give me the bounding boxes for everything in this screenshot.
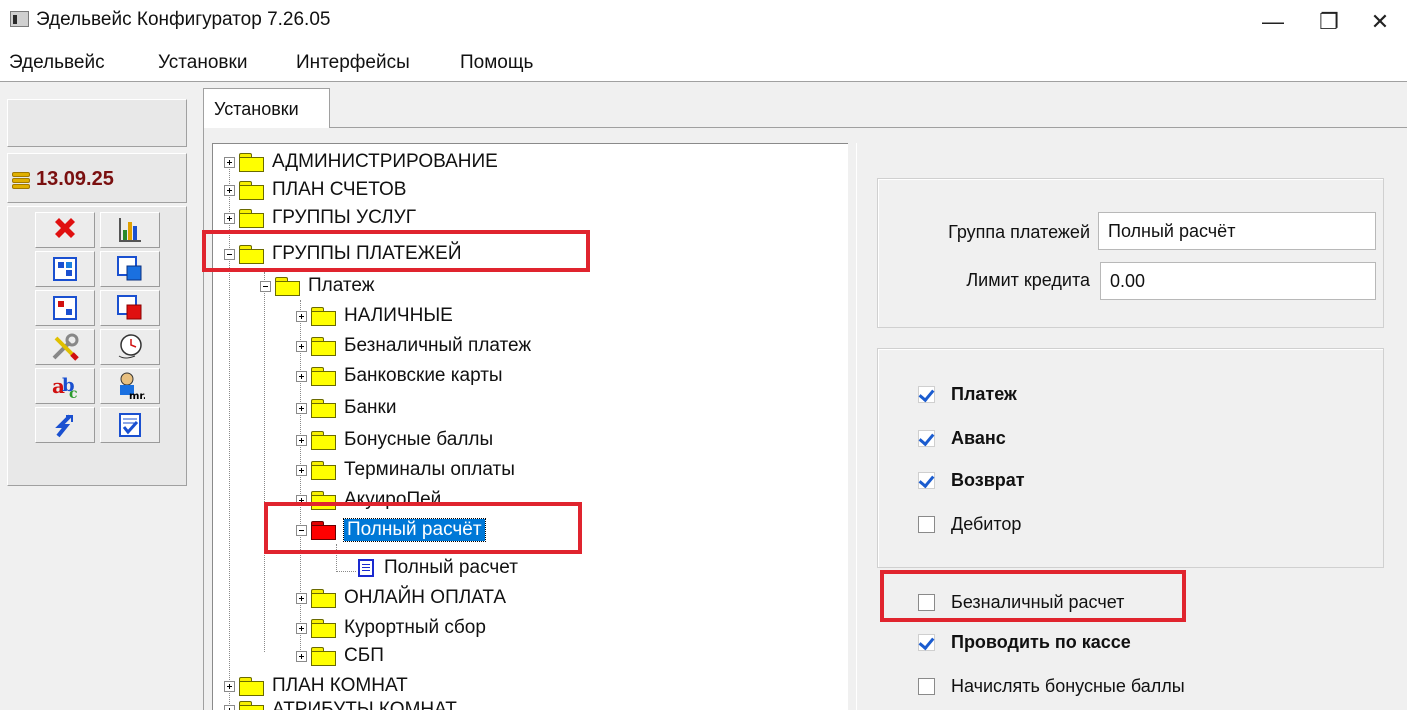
checkbox-checked-icon bbox=[918, 386, 935, 403]
tree-node-resort-fee[interactable]: Курортный сбор bbox=[296, 614, 486, 642]
tree-node-accounts[interactable]: ПЛАН СЧЕТОВ bbox=[224, 176, 406, 204]
abc-icon[interactable]: abc bbox=[35, 368, 95, 404]
menu-interfaces[interactable]: Интерфейсы bbox=[296, 52, 410, 74]
tree-node-admin[interactable]: АДМИНИСТРИРОВАНИЕ bbox=[224, 148, 498, 176]
coins-icon bbox=[12, 172, 30, 189]
svg-text:c: c bbox=[69, 386, 78, 401]
folder-icon bbox=[239, 701, 264, 710]
checkbox-debtor[interactable]: Дебитор bbox=[918, 514, 1021, 535]
menu-help[interactable]: Помощь bbox=[460, 52, 533, 74]
folder-icon bbox=[311, 367, 336, 386]
grid-red2-icon[interactable] bbox=[100, 290, 160, 326]
folder-icon bbox=[239, 677, 264, 696]
tree-node-full-calc-item[interactable]: Полный расчет bbox=[358, 556, 518, 580]
folder-icon bbox=[311, 337, 336, 356]
tree-node-cashless[interactable]: Безналичный платеж bbox=[296, 332, 531, 360]
checkbox-empty-icon bbox=[918, 678, 935, 695]
document-icon bbox=[358, 559, 374, 577]
tree-line bbox=[336, 571, 356, 573]
tree-node-bank-cards[interactable]: Банковские карты bbox=[296, 362, 503, 390]
folder-icon bbox=[311, 307, 336, 326]
chart-icon[interactable] bbox=[100, 212, 160, 248]
toolbar-grid bbox=[7, 206, 187, 486]
group-field[interactable]: Полный расчёт bbox=[1098, 212, 1376, 250]
maximize-button[interactable]: ❐ bbox=[1301, 0, 1357, 44]
group-flags bbox=[877, 348, 1384, 568]
delete-x-icon[interactable] bbox=[35, 212, 95, 248]
checkbox-refund[interactable]: Возврат bbox=[918, 470, 1025, 491]
tree-node-payment[interactable]: Платеж bbox=[260, 272, 374, 300]
folder-icon bbox=[311, 399, 336, 418]
group-label: Группа платежей bbox=[948, 222, 1090, 242]
svg-text:mr.: mr. bbox=[129, 391, 145, 401]
highlight-box-payment-groups bbox=[202, 230, 590, 272]
checkbox-payment[interactable]: Платеж bbox=[918, 384, 1017, 405]
grid-blue-icon[interactable] bbox=[100, 251, 160, 287]
clock-icon[interactable] bbox=[100, 329, 160, 365]
tree-node-partial[interactable]: АТРИБУТЫ КОМНАТ bbox=[224, 700, 457, 710]
grid-red-icon[interactable] bbox=[35, 290, 95, 326]
blank-panel bbox=[7, 99, 187, 147]
menu-edelweiss[interactable]: Эдельвейс bbox=[9, 52, 105, 74]
refresh-icon[interactable] bbox=[35, 407, 95, 443]
folder-icon bbox=[239, 153, 264, 172]
folder-icon bbox=[275, 277, 300, 296]
folder-icon bbox=[239, 181, 264, 200]
folder-icon bbox=[311, 619, 336, 638]
checkbox-checked-icon bbox=[918, 430, 935, 447]
window-title: Эдельвейс Конфигуратор 7.26.05 bbox=[36, 9, 331, 30]
tree-node-sbp[interactable]: СБП bbox=[296, 642, 384, 670]
group-fields bbox=[877, 178, 1384, 328]
close-button[interactable]: ✕ bbox=[1352, 0, 1407, 44]
limit-label: Лимит кредита bbox=[966, 270, 1090, 290]
folder-icon bbox=[311, 461, 336, 480]
tree-node-cash[interactable]: НАЛИЧНЫЕ bbox=[296, 302, 453, 330]
checkbox-advance[interactable]: Аванс bbox=[918, 428, 1006, 449]
tree-node-online[interactable]: ОНЛАЙН ОПЛАТА bbox=[296, 584, 506, 612]
folder-icon bbox=[239, 209, 264, 228]
user-icon[interactable]: mr. bbox=[100, 368, 160, 404]
title-bar: Эдельвейс Конфигуратор 7.26.05 — ❐ ✕ bbox=[0, 0, 1407, 44]
checkbox-empty-icon bbox=[918, 516, 935, 533]
folder-icon bbox=[311, 647, 336, 666]
tab-settings[interactable]: Установки bbox=[203, 88, 330, 128]
current-date: 13.09.25 bbox=[36, 168, 114, 190]
minimize-button[interactable]: — bbox=[1245, 0, 1301, 44]
tree-node-terminals[interactable]: Терминалы оплаты bbox=[296, 456, 515, 484]
highlight-box-cashless-calc bbox=[880, 570, 1186, 622]
limit-field[interactable]: 0.00 bbox=[1100, 262, 1376, 300]
settings-tree[interactable]: АДМИНИСТРИРОВАНИЕ ПЛАН СЧЕТОВ ГРУППЫ УСЛ… bbox=[212, 143, 848, 710]
folder-icon bbox=[311, 589, 336, 608]
checkbox-via-register[interactable]: Проводить по кассе bbox=[918, 632, 1131, 653]
checklist-icon[interactable] bbox=[100, 407, 160, 443]
app-icon bbox=[10, 11, 29, 27]
tree-node-service-groups[interactable]: ГРУППЫ УСЛУГ bbox=[224, 204, 416, 232]
checkbox-checked-icon bbox=[918, 634, 935, 651]
menu-divider bbox=[0, 81, 1407, 82]
checkbox-checked-icon bbox=[918, 472, 935, 489]
tree-node-rooms[interactable]: ПЛАН КОМНАТ bbox=[224, 672, 408, 700]
tree-node-banks[interactable]: Банки bbox=[296, 394, 396, 422]
folder-icon bbox=[311, 431, 336, 450]
menu-bar: Эдельвейс Установки Интерфейсы Помощь bbox=[0, 44, 1407, 82]
menu-settings[interactable]: Установки bbox=[158, 52, 247, 74]
highlight-box-full-calc bbox=[264, 502, 582, 554]
checkbox-accrue-bonus[interactable]: Начислять бонусные баллы bbox=[918, 676, 1185, 697]
tree-line bbox=[264, 272, 266, 652]
tools-icon[interactable] bbox=[35, 329, 95, 365]
tree-node-bonus[interactable]: Бонусные баллы bbox=[296, 426, 493, 454]
grid-icon[interactable] bbox=[35, 251, 95, 287]
